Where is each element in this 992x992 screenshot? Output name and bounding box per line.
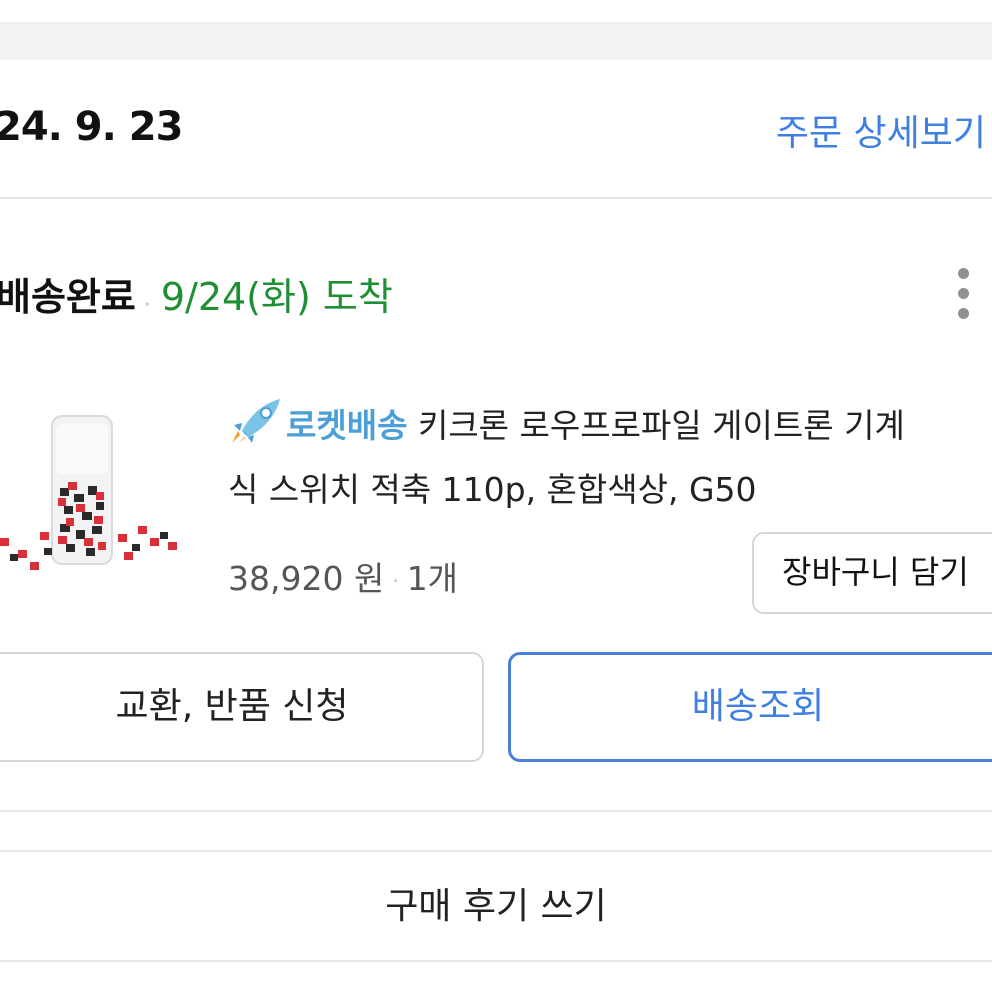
header-divider [0,197,992,199]
order-date: 24. 9. 23 [0,104,183,150]
shipment-status-row: 배송완료 · 9/24(화) 도착 [0,266,393,321]
write-review-button[interactable]: 구매 후기 쓰기 [0,850,992,962]
rocket-delivery-badge: 로켓배송 [228,394,407,458]
product-name-line1: 키크론 로우프로파일 게이트론 기계 [417,406,905,445]
exchange-return-button[interactable]: 교환, 반품 신청 [0,652,484,762]
status-separator: · [143,293,151,318]
delivery-status: 배송완료 [0,275,136,319]
more-dot [958,268,969,279]
more-dot [958,288,969,299]
more-vertical-icon[interactable] [950,268,978,320]
arrival-date: 9/24(화) 도착 [160,275,393,319]
product-quantity: 1개 [406,559,459,598]
rocket-delivery-label: 로켓배송 [286,406,408,445]
actions-divider [0,810,992,812]
add-to-cart-button[interactable]: 장바구니 담기 [752,532,992,614]
product-price: 38,920 원 [228,559,385,598]
product-thumbnail[interactable] [0,402,190,582]
top-spacer [0,0,992,22]
product-title[interactable]: 로켓배송 키크론 로우프로파일 게이트론 기계 식 스위치 적축 110p, 혼… [228,394,992,522]
price-quantity-row: 38,920 원 · 1개 [228,552,458,600]
price-separator: · [392,568,399,593]
product-name-line2: 식 스위치 적축 110p, 혼합색상, G50 [228,470,757,509]
order-detail-link[interactable]: 주문 상세보기 [776,104,986,156]
track-delivery-button[interactable]: 배송조회 [508,652,992,762]
section-separator-band [0,22,992,60]
rocket-icon [232,399,280,443]
more-dot [958,308,969,319]
